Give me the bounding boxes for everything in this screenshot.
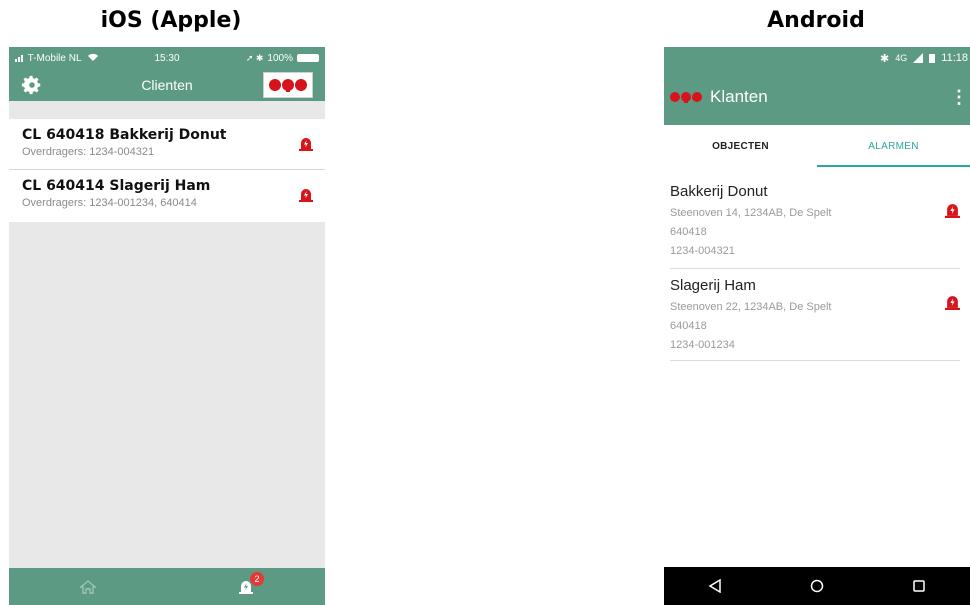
ios-heading: iOS (Apple) xyxy=(100,8,242,33)
client-transmitters: Overdragers: 1234-004321 xyxy=(22,146,155,158)
list-item[interactable]: Slagerij Ham Steenoven 22, 1234AB, De Sp… xyxy=(670,269,960,361)
ios-nav-bar: Clienten xyxy=(9,69,325,101)
list-item[interactable]: CL 640414 Slagerij Ham Overdragers: 1234… xyxy=(9,170,325,222)
ios-screen: T-Mobile NL 15:30 ➚ ✱ 100% Clienten CL 6… xyxy=(9,47,325,605)
signal-icon xyxy=(913,53,924,63)
client-transmitters: Overdragers: 1234-001234, 640414 xyxy=(22,197,197,209)
status-time: 15:30 xyxy=(154,52,180,64)
home-icon xyxy=(80,579,96,594)
alarm-siren-icon[interactable] xyxy=(299,137,313,151)
alarm-object-id: 640418 xyxy=(670,226,707,238)
more-vert-icon[interactable]: ⋮ xyxy=(950,87,968,108)
page-title: Klanten xyxy=(710,87,768,106)
alarm-transmitter: 1234-001234 xyxy=(670,339,735,351)
notification-badge: 2 xyxy=(250,571,264,586)
tab-alarmen[interactable]: ALARMEN xyxy=(817,125,970,167)
alarm-siren-icon[interactable] xyxy=(299,188,313,202)
list-item[interactable]: Bakkerij Donut Steenoven 14, 1234AB, De … xyxy=(670,177,960,269)
client-name: CL 640414 Slagerij Ham xyxy=(22,178,211,194)
tab-home[interactable] xyxy=(9,579,167,594)
ios-status-bar: T-Mobile NL 15:30 ➚ ✱ 100% xyxy=(9,47,325,69)
alarm-siren-icon[interactable] xyxy=(945,203,960,218)
tab-alarms[interactable]: 2 xyxy=(167,571,325,594)
alarm-object-id: 640418 xyxy=(670,320,707,332)
alarm-address: Steenoven 14, 1234AB, De Spelt xyxy=(670,207,832,219)
alarm-name: Bakkerij Donut xyxy=(670,183,768,200)
logo-text xyxy=(684,100,688,103)
tab-objecten[interactable]: OBJECTEN xyxy=(664,125,817,167)
client-name: CL 640418 Bakkerij Donut xyxy=(22,127,227,143)
battery-icon xyxy=(929,54,936,63)
android-tabs: OBJECTEN ALARMEN xyxy=(664,125,970,167)
android-heading: Android xyxy=(767,8,865,33)
android-screen: ✱ 4G 11:18 Klanten ⋮ OBJECTEN ALARMEN Ba… xyxy=(664,47,970,605)
android-status-bar: ✱ 4G 11:18 xyxy=(664,47,970,69)
client-list: CL 640418 Bakkerij Donut Overdragers: 12… xyxy=(9,119,325,222)
ios-tab-bar: 2 xyxy=(9,568,325,605)
android-nav-bar xyxy=(664,567,970,605)
network-label: 4G xyxy=(895,53,908,63)
status-time: 11:18 xyxy=(941,52,968,64)
securitas-logo xyxy=(668,86,704,108)
gear-icon[interactable] xyxy=(21,74,43,96)
bluetooth-icon: ✱ xyxy=(880,52,890,65)
alarm-address: Steenoven 22, 1234AB, De Spelt xyxy=(670,301,832,313)
alarm-siren-icon[interactable] xyxy=(945,295,960,310)
list-item[interactable]: CL 640418 Bakkerij Donut Overdragers: 12… xyxy=(9,119,325,170)
android-app-bar: Klanten ⋮ xyxy=(664,69,970,125)
home-circle-icon[interactable] xyxy=(810,579,824,593)
recents-square-icon[interactable] xyxy=(912,579,926,593)
alarm-transmitter: 1234-004321 xyxy=(670,245,735,257)
alarm-list: Bakkerij Donut Steenoven 14, 1234AB, De … xyxy=(664,167,970,361)
securitas-logo xyxy=(263,72,313,98)
logo-text xyxy=(286,89,290,92)
back-triangle-icon[interactable] xyxy=(708,579,722,593)
alarm-name: Slagerij Ham xyxy=(670,277,756,294)
